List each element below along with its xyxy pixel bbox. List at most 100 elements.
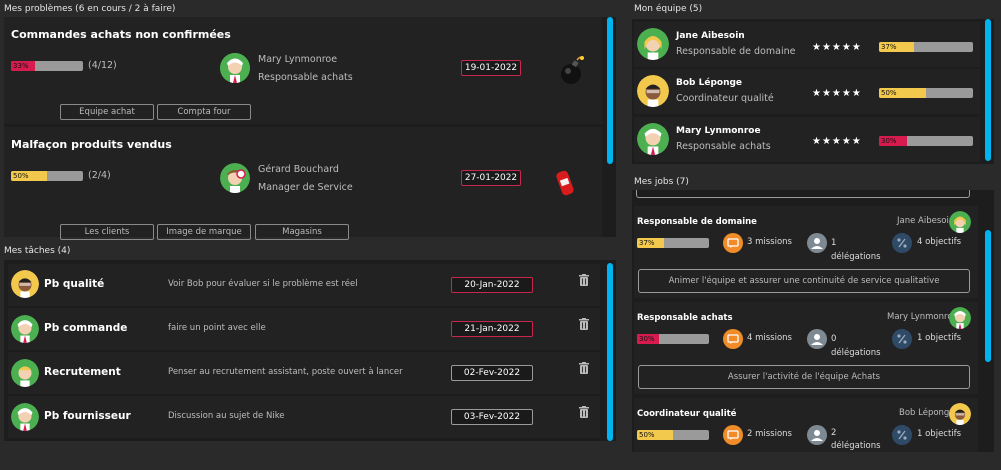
- task-name: Recrutement: [44, 366, 121, 378]
- job-card[interactable]: Coordinateur qualité Bob Léponge 50% 2 m…: [634, 398, 978, 452]
- job-title: Responsable achats: [637, 313, 733, 323]
- job-delegations-count: 1: [831, 238, 837, 248]
- problem-card[interactable]: Malfaçon produits vendus 50% (2/4) Gérar…: [4, 127, 602, 240]
- objectives-icon: [892, 425, 912, 445]
- problem-count: (2/4): [88, 170, 111, 181]
- jobs-scrollbar[interactable]: [985, 230, 991, 362]
- avatar: [949, 307, 971, 329]
- delegations-icon: [807, 329, 827, 349]
- problem-count: (4/12): [88, 60, 117, 71]
- avatar-face-icon: [220, 53, 250, 83]
- avatar-face-icon: [637, 75, 669, 107]
- job-card[interactable]: Responsable de domaine Jane Aibesoin 37%…: [634, 206, 978, 298]
- team-member-name: Bob Léponge: [676, 78, 743, 88]
- progress-fill: 30%: [879, 136, 908, 146]
- avatar-face-icon: [949, 403, 971, 425]
- task-description: Voir Bob pour évaluer si le problème est…: [168, 279, 358, 289]
- team-member-progress-bar: 30%: [879, 136, 973, 146]
- task-row[interactable]: Pb qualité Voir Bob pour évaluer si le p…: [8, 264, 600, 306]
- trash-icon[interactable]: [579, 362, 589, 374]
- task-date[interactable]: 20-Jan-2022: [451, 277, 533, 293]
- task-date[interactable]: 03-Fev-2022: [451, 409, 533, 425]
- tag-button[interactable]: Les clients: [60, 224, 154, 240]
- tag-button[interactable]: Magasins: [255, 224, 349, 240]
- job-objectives: 1 objectifs: [917, 333, 962, 343]
- missions-icon: [723, 233, 743, 253]
- avatar-face-icon: [949, 307, 971, 329]
- task-name: Pb qualité: [44, 278, 105, 290]
- problem-date[interactable]: 27-01-2022: [461, 170, 521, 186]
- job-progress-bar: 37%: [637, 238, 709, 248]
- job-person: Bob Léponge: [899, 408, 955, 418]
- missions-icon: [723, 329, 743, 349]
- team-member-row[interactable]: Jane Aibesoin Responsable de domaine ★★★…: [634, 22, 980, 67]
- avatar: [11, 359, 39, 387]
- problem-person-name: Mary Lynmonroe: [258, 54, 338, 65]
- team-panel: Jane Aibesoin Responsable de domaine ★★★…: [632, 19, 994, 164]
- team-member-progress-bar: 50%: [879, 88, 973, 98]
- problem-date[interactable]: 19-01-2022: [461, 60, 521, 76]
- job-delegations-label: délégations: [831, 441, 881, 451]
- progress-fill: 37%: [879, 42, 914, 52]
- avatar-face-icon: [220, 163, 250, 193]
- tag-button[interactable]: Image de marque: [157, 224, 251, 240]
- task-description: Discussion au sujet de Nike: [168, 411, 285, 421]
- objectives-icon: [892, 329, 912, 349]
- avatar-face-icon: [637, 28, 669, 60]
- job-progress-bar: 50%: [637, 430, 709, 440]
- team-member-row[interactable]: Bob Léponge Coordinateur qualité ★★★★★ 5…: [634, 69, 980, 114]
- job-delegations-count: 2: [831, 428, 837, 438]
- task-date[interactable]: 21-Jan-2022: [451, 321, 533, 337]
- progress-fill: 50%: [637, 430, 673, 440]
- problems-panel: Commandes achats non confirmées 33% (4/1…: [4, 17, 616, 240]
- task-date[interactable]: 02-Fev-2022: [451, 365, 533, 381]
- task-name: Pb commande: [44, 322, 128, 334]
- jobs-section-title: Mes jobs (7): [634, 177, 689, 187]
- avatar: [220, 53, 250, 83]
- progress-fill: 30%: [637, 334, 659, 344]
- team-member-role: Coordinateur qualité: [676, 93, 774, 104]
- tag-button[interactable]: Equipe achat: [60, 104, 154, 120]
- problem-progress-fill: 50%: [11, 171, 47, 181]
- rating-stars: ★★★★★: [812, 136, 862, 147]
- problem-progress-fill: 33%: [11, 61, 35, 71]
- task-row[interactable]: Recrutement Penser au recrutement assist…: [8, 352, 600, 394]
- team-member-name: Mary Lynmonroe: [676, 126, 761, 136]
- problem-title: Malfaçon produits vendus: [11, 138, 172, 151]
- job-missions: 2 missions: [747, 429, 792, 439]
- job-delegations-count: 0: [831, 334, 837, 344]
- problem-card[interactable]: Commandes achats non confirmées 33% (4/1…: [4, 17, 602, 124]
- problem-person-role: Responsable achats: [258, 72, 353, 83]
- trash-icon[interactable]: [579, 318, 589, 330]
- team-section-title: Mon équipe (5): [634, 4, 703, 14]
- problems-scrollbar[interactable]: [607, 17, 613, 164]
- jobs-panel: Responsable de domaine Jane Aibesoin 37%…: [632, 190, 994, 452]
- job-card[interactable]: Responsable achats Mary Lynmonroe 30% 4 …: [634, 302, 978, 394]
- trash-icon[interactable]: [579, 406, 589, 418]
- trash-icon[interactable]: [579, 274, 589, 286]
- avatar: [637, 28, 669, 60]
- task-row[interactable]: Pb fournisseur Discussion au sujet de Ni…: [8, 396, 600, 438]
- job-missions: 3 missions: [747, 237, 792, 247]
- team-member-row[interactable]: Mary Lynmonroe Responsable achats ★★★★★ …: [634, 117, 980, 162]
- task-row[interactable]: Pb commande faire un point avec elle 21-…: [8, 308, 600, 350]
- tasks-panel: Pb qualité Voir Bob pour évaluer si le p…: [4, 260, 616, 441]
- job-action-button[interactable]: Assurer l'activité de l'équipe Achats: [638, 365, 970, 389]
- fire-extinguisher-icon: [553, 161, 579, 197]
- avatar: [11, 270, 39, 298]
- task-description: Penser au recrutement assistant, poste o…: [168, 367, 403, 377]
- avatar-face-icon: [11, 403, 39, 431]
- team-member-name: Jane Aibesoin: [676, 31, 745, 41]
- avatar: [949, 403, 971, 425]
- avatar: [220, 163, 250, 193]
- team-scrollbar[interactable]: [985, 19, 991, 161]
- job-action-button[interactable]: [636, 190, 970, 198]
- team-member-progress-bar: 37%: [879, 42, 973, 52]
- tasks-scrollbar[interactable]: [607, 263, 613, 441]
- problem-progress-bar: 50%: [11, 171, 83, 181]
- job-progress-bar: 30%: [637, 334, 709, 344]
- job-action-button[interactable]: Animer l'équipe et assurer une continuit…: [638, 269, 970, 293]
- problem-title: Commandes achats non confirmées: [11, 28, 231, 41]
- tag-button[interactable]: Compta four: [157, 104, 251, 120]
- avatar: [949, 211, 971, 233]
